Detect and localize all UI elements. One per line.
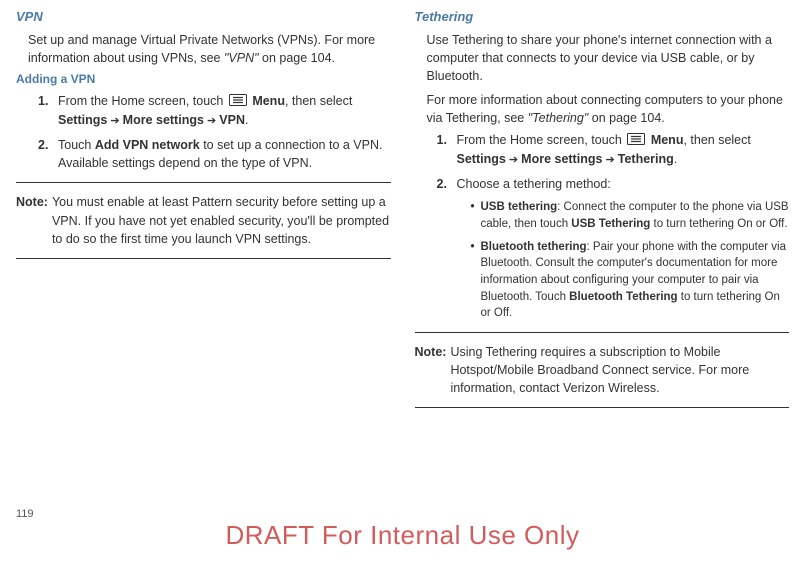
step-end: . — [245, 113, 248, 127]
menu-label: Menu — [651, 133, 684, 147]
settings-label: Settings — [58, 113, 107, 127]
note-label: Note: — [415, 343, 447, 397]
step-num: 1. — [38, 92, 48, 110]
usb-tethering-item: USB tethering: Connect the computer to t… — [471, 199, 790, 232]
adding-vpn-heading: Adding a VPN — [16, 71, 391, 88]
settings-label: Settings — [457, 152, 506, 166]
menu-label: Menu — [252, 94, 285, 108]
vpn-intro-ref: "VPN" — [224, 51, 259, 65]
tethering-methods: USB tethering: Connect the computer to t… — [471, 199, 790, 322]
menu-icon — [627, 132, 645, 150]
divider — [16, 258, 391, 259]
note-body: You must enable at least Pattern securit… — [52, 193, 391, 247]
divider — [16, 182, 391, 183]
tethering-note: Note: Using Tethering requires a subscri… — [415, 343, 790, 397]
more-settings-label: More settings — [521, 152, 602, 166]
right-column: Tethering Use Tethering to share your ph… — [415, 8, 790, 418]
vpn-intro-t2: on page 104. — [259, 51, 335, 65]
step-num: 1. — [437, 131, 447, 149]
step-text: From the Home screen, touch — [457, 133, 626, 147]
add-vpn-label: Add VPN network — [95, 138, 200, 152]
vpn-step-2: 2. Touch Add VPN network to set up a con… — [38, 136, 391, 172]
arrow-icon: ➔ — [107, 115, 122, 127]
tethering-title: Tethering — [415, 8, 790, 27]
usb-tethering-action: USB Tethering — [571, 218, 650, 230]
more-settings-label: More settings — [123, 113, 204, 127]
tethering-intro2: For more information about connecting co… — [427, 91, 790, 127]
bluetooth-tethering-action: Bluetooth Tethering — [569, 291, 677, 303]
vpn-label: VPN — [219, 113, 245, 127]
step-end: . — [674, 152, 677, 166]
divider — [415, 332, 790, 333]
bullet-text: to turn tethering On or Off. — [650, 218, 787, 230]
arrow-icon: ➔ — [204, 115, 219, 127]
tethering-step-1: 1. From the Home screen, touch Menu, the… — [437, 131, 790, 169]
tethering-label: Tethering — [618, 152, 674, 166]
note-label: Note: — [16, 193, 48, 247]
vpn-step-1: 1. From the Home screen, touch Menu, the… — [38, 92, 391, 130]
vpn-note: Note: You must enable at least Pattern s… — [16, 193, 391, 247]
usb-tethering-label: USB tethering — [481, 201, 558, 213]
step-text: Touch — [58, 138, 95, 152]
tethering-intro2-ref: "Tethering" — [528, 111, 589, 125]
step-num: 2. — [38, 136, 48, 154]
bluetooth-tethering-label: Bluetooth tethering — [481, 241, 587, 253]
vpn-title: VPN — [16, 8, 391, 27]
page-content: VPN Set up and manage Virtual Private Ne… — [16, 8, 789, 418]
step-num: 2. — [437, 175, 447, 193]
menu-icon — [229, 93, 247, 111]
arrow-icon: ➔ — [506, 154, 521, 166]
arrow-icon: ➔ — [602, 154, 617, 166]
step-text: , then select — [683, 133, 750, 147]
bluetooth-tethering-item: Bluetooth tethering: Pair your phone wit… — [471, 239, 790, 322]
divider — [415, 407, 790, 408]
tethering-step-2: 2. Choose a tethering method: USB tether… — [437, 175, 790, 322]
tethering-intro2-t2: on page 104. — [588, 111, 664, 125]
tethering-intro1: Use Tethering to share your phone's inte… — [427, 31, 790, 85]
tethering-steps: 1. From the Home screen, touch Menu, the… — [437, 131, 790, 322]
left-column: VPN Set up and manage Virtual Private Ne… — [16, 8, 391, 418]
step-text: Choose a tethering method: — [457, 177, 611, 191]
vpn-intro: Set up and manage Virtual Private Networ… — [28, 31, 391, 67]
step-text: From the Home screen, touch — [58, 94, 227, 108]
step-text: , then select — [285, 94, 352, 108]
note-body: Using Tethering requires a subscription … — [450, 343, 789, 397]
draft-watermark: DRAFT For Internal Use Only — [0, 517, 805, 555]
vpn-steps: 1. From the Home screen, touch Menu, the… — [38, 92, 391, 172]
